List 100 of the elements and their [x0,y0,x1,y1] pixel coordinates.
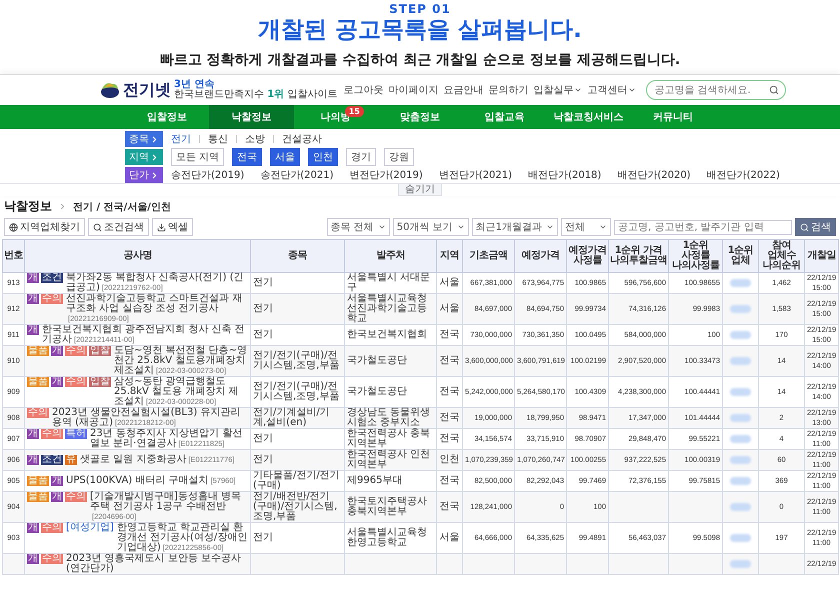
toolbar-button[interactable]: 조건검색 [88,218,149,236]
caret-icon [546,223,554,231]
column-header: 지역 [436,240,462,272]
toolbar-button[interactable]: 지역업체찾기 [4,218,85,236]
site-search-field[interactable]: 공고명을 검색하세요. [646,80,786,100]
caret-icon [599,223,607,231]
notice-tag: 개 [27,455,39,465]
blurred-company-name [730,357,752,365]
top-link[interactable]: 입찰실무 [533,83,582,97]
notice-tag: 개 [27,429,39,439]
filter-option[interactable]: 전기 [171,132,191,146]
top-link[interactable]: 마이페이지 [388,83,438,97]
column-header: 1순위 업체 [722,240,758,272]
award-badge-text: 3년 연속 [174,80,214,90]
notice-tag: 수의 [41,294,63,304]
filter-option[interactable]: 건설공사 [282,132,322,146]
region-chip[interactable]: 인천 [308,148,338,166]
table-cell [566,554,608,574]
filter-option[interactable]: 배전단가(2020) [617,168,691,182]
notice-tag: 개 [51,476,63,486]
notice-tag: 수의 [65,377,87,387]
column-header: 기초금액 [462,240,514,272]
table-cell [462,554,514,574]
blurred-company-name [730,388,752,396]
notice-tag: 개 [27,273,39,283]
notice-tag: 개 [27,523,39,533]
category-link[interactable]: [여성기업] [66,523,114,533]
filter-dropdown[interactable]: 전체 [561,218,611,236]
filter-option[interactable]: 배전단가(2022) [706,168,780,182]
top-link[interactable]: 문의하기 [488,83,528,97]
caret-icon [456,223,465,231]
column-header: 발주처 [344,240,436,272]
filter-option[interactable]: 배전단가(2018) [528,168,602,182]
filter-option[interactable]: 송전단가(2021) [260,168,334,182]
notice-tag: 물품 [27,377,49,387]
notice-tag: 개 [27,554,39,564]
notice-tag: 개 [27,325,39,335]
notice-tag: 유 [65,455,77,465]
nav-tab[interactable]: 입찰정보 [125,105,210,129]
notice-tag: 물품 [27,346,49,356]
top-link[interactable]: 고객센터 [587,83,636,97]
filter-dropdown[interactable]: 최근1개월결과 [472,218,558,236]
filter-dropdown[interactable]: 종목 전체 [326,218,390,236]
filter-option[interactable]: 소방 [245,132,265,146]
filter-label-text: 종목 [129,133,149,146]
notice-tag: 개 [51,346,63,356]
search-icon [93,222,102,232]
notice-tag: 입찰 [89,346,111,356]
region-chip[interactable]: 서울 [270,148,300,166]
filter-dropdown[interactable]: 50개씩 보기 [392,218,469,236]
notice-tag: 수의 [27,408,49,418]
toolbar-button[interactable]: 엑셀 [152,218,193,236]
notice-tag: 수의 [41,429,63,439]
nav-tab[interactable]: 커뮤니티 [630,105,715,129]
top-link[interactable]: 요금안내 [443,83,484,97]
notice-tag: 조건 [41,455,63,465]
breadcrumb-path: 전기 / 전국/서울/인천 [73,200,171,214]
filter-option[interactable]: 변전단가(2021) [438,168,512,182]
nav-tab[interactable]: 낙찰코칭서비스 [546,105,631,129]
award-text: 한국브랜드만족지수 1위 입찰사이트 [174,90,338,100]
blurred-company-name [730,503,752,511]
caret-icon [378,223,386,231]
notice-tag: 개 [51,492,63,502]
step-label: STEP 01 [389,2,451,16]
region-chip[interactable]: 모든 지역 [171,148,224,166]
filter-option[interactable]: 변전단가(2019) [350,168,423,182]
chevron-right-icon [58,202,67,211]
chevron-down-icon [574,86,582,94]
filter-label-text: 지역 [129,151,149,164]
top-link[interactable]: 로그아웃 [343,83,384,97]
table-cell [436,554,462,574]
blurred-company-name [730,456,752,464]
nav-tab[interactable]: 맞춤정보 [378,105,462,129]
search-button[interactable]: 검색 [795,218,836,236]
hide-filters-button[interactable]: 숨기기 [398,184,442,196]
filter-option[interactable]: 통신 [208,132,228,146]
region-chip[interactable]: 전국 [232,148,262,166]
table-cell [514,554,566,574]
blurred-company-name [730,560,752,568]
column-header: 1순위 사정률 나의사정률 [668,240,722,272]
logo-text[interactable]: 전기넷 [123,80,171,100]
hero-subtitle: 빠르고 정확하게 개찰결과를 수집하여 최근 개찰일 순으로 정보를 제공해드립니다. [160,52,680,68]
nav-tab[interactable]: 낙찰정보 [209,105,294,129]
notice-title[interactable]: 2023년 영흥국제도시 보안등 보수공사(연간단가) [66,554,248,574]
column-header: 공사명 [24,240,250,272]
region-chip[interactable]: 강원 [384,148,414,166]
page-title: 낙찰정보 [4,198,52,215]
chevron-down-icon [628,86,636,94]
nav-tab[interactable]: 입찰교육 [462,105,546,129]
notice-tag: 특허 [65,429,87,439]
globe-icon [9,222,18,232]
column-header: 종목 [250,240,344,272]
filter-option[interactable]: 송전단가(2019) [171,168,244,182]
search-icon [800,222,809,232]
table-search-field[interactable]: 공고명, 공고번호, 발주기관 입력 [614,220,792,234]
blurred-company-name [730,331,752,339]
blurred-company-name [730,435,752,443]
region-chip[interactable]: 경기 [346,148,376,166]
blurred-company-name [730,477,752,485]
blurred-company-name [730,279,752,287]
